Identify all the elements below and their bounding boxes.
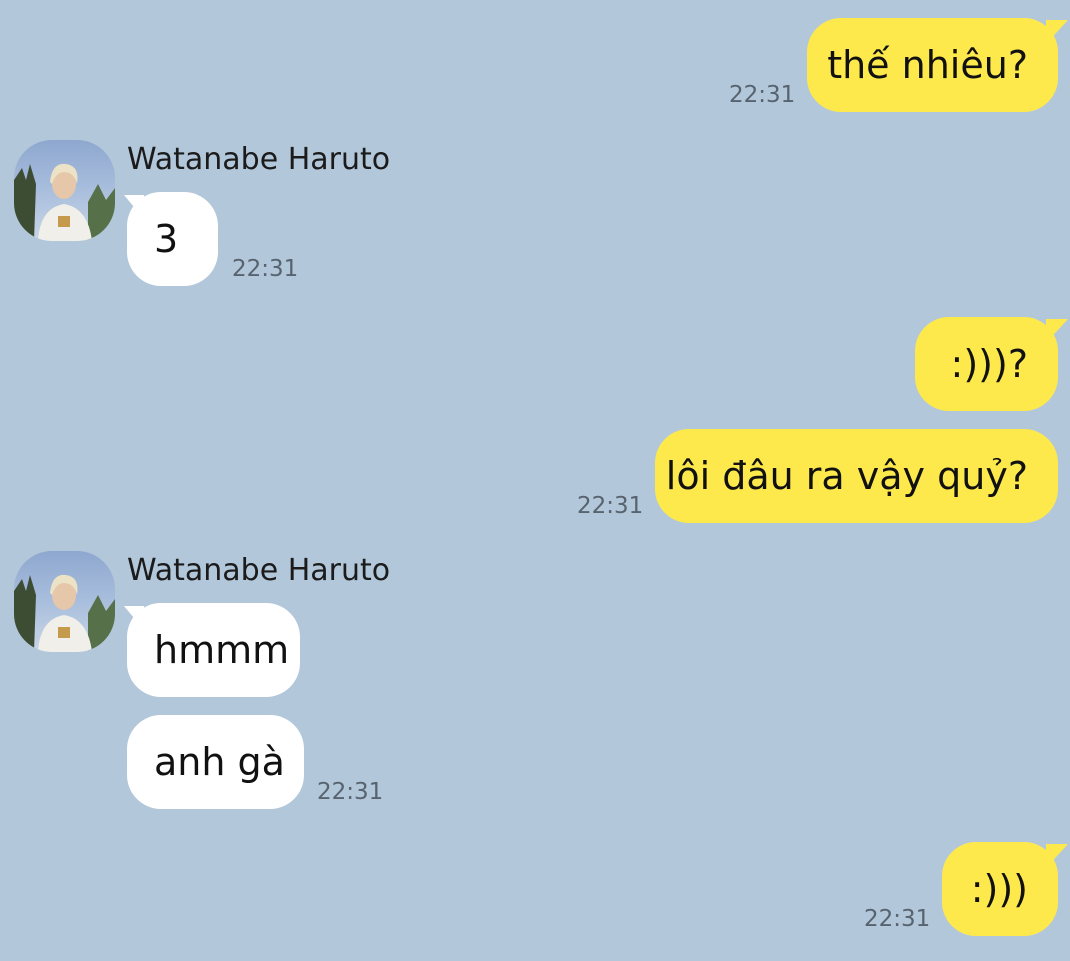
incoming-message-bubble[interactable]: anh gà [127, 715, 304, 809]
message-timestamp: 22:31 [577, 493, 644, 519]
message-timestamp: 22:31 [864, 906, 931, 932]
message-timestamp: 22:31 [232, 256, 299, 282]
avatar[interactable] [14, 140, 115, 241]
avatar[interactable] [14, 551, 115, 652]
message-text: lôi đâu ra vậy quỷ? [665, 454, 1028, 498]
outgoing-message-bubble[interactable]: lôi đâu ra vậy quỷ? [655, 429, 1058, 523]
message-timestamp: 22:31 [317, 779, 384, 805]
outgoing-message-bubble[interactable]: thế nhiêu? [807, 18, 1058, 112]
message-text: 3 [154, 217, 179, 261]
outgoing-message-bubble[interactable]: :))) [942, 842, 1058, 936]
message-text: :))) [970, 867, 1028, 911]
message-timestamp: 22:31 [729, 82, 796, 108]
message-text: :)))? [950, 342, 1028, 386]
profile-photo-icon [14, 163, 115, 241]
sender-name: Watanabe Haruto [127, 553, 391, 588]
sender-name: Watanabe Haruto [127, 142, 391, 177]
incoming-message-bubble[interactable]: 3 [127, 192, 218, 286]
message-text: anh gà [154, 740, 285, 784]
message-text: thế nhiêu? [827, 43, 1028, 87]
outgoing-message-bubble[interactable]: :)))? [915, 317, 1058, 411]
profile-photo-icon [14, 574, 115, 652]
incoming-message-bubble[interactable]: hmmm [127, 603, 300, 697]
message-text: hmmm [154, 628, 290, 672]
